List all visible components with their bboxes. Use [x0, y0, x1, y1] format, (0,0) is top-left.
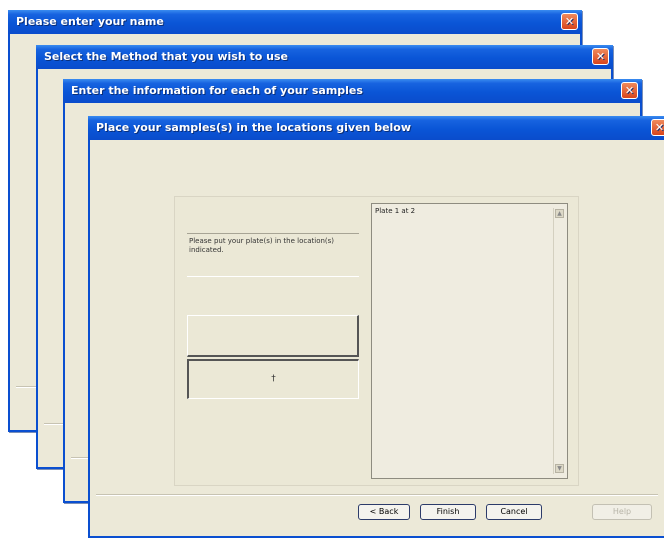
- instruction-text: Please put your plate(s) in the location…: [187, 233, 359, 277]
- scroll-down-icon[interactable]: ▼: [555, 464, 564, 473]
- window-title: Place your samples(s) in the locations g…: [96, 121, 412, 134]
- finish-button[interactable]: Finish: [420, 504, 476, 520]
- close-icon[interactable]: ✕: [592, 48, 609, 65]
- placement-panel: Please put your plate(s) in the location…: [174, 196, 579, 486]
- cancel-button[interactable]: Cancel: [486, 504, 542, 520]
- slot-marker: †: [271, 374, 276, 384]
- close-icon[interactable]: ✕: [651, 119, 664, 136]
- title-bar[interactable]: Enter the information for each of your s…: [63, 79, 642, 103]
- window-body: Please put your plate(s) in the location…: [90, 140, 664, 536]
- plate-location-slot-selected: †: [187, 359, 359, 399]
- plate-location-slot: [187, 315, 359, 357]
- back-button[interactable]: < Back: [358, 504, 410, 520]
- close-icon[interactable]: ✕: [621, 82, 638, 99]
- divider: [96, 494, 658, 496]
- title-bar[interactable]: Place your samples(s) in the locations g…: [88, 116, 664, 140]
- window-title: Enter the information for each of your s…: [71, 84, 363, 97]
- title-bar[interactable]: Please enter your name ✕: [8, 10, 582, 34]
- title-bar[interactable]: Select the Method that you wish to use ✕: [36, 45, 613, 69]
- help-button[interactable]: Help: [592, 504, 652, 520]
- vertical-scrollbar[interactable]: ▲ ▼: [553, 208, 565, 474]
- close-icon[interactable]: ✕: [561, 13, 578, 30]
- window-title: Please enter your name: [16, 15, 164, 28]
- scroll-up-icon[interactable]: ▲: [555, 209, 564, 218]
- window-title: Select the Method that you wish to use: [44, 50, 288, 63]
- plate-list[interactable]: Plate 1 at 2 ▲ ▼: [371, 203, 568, 479]
- list-item[interactable]: Plate 1 at 2: [375, 207, 415, 215]
- wizard-window-place-samples: Place your samples(s) in the locations g…: [88, 116, 664, 538]
